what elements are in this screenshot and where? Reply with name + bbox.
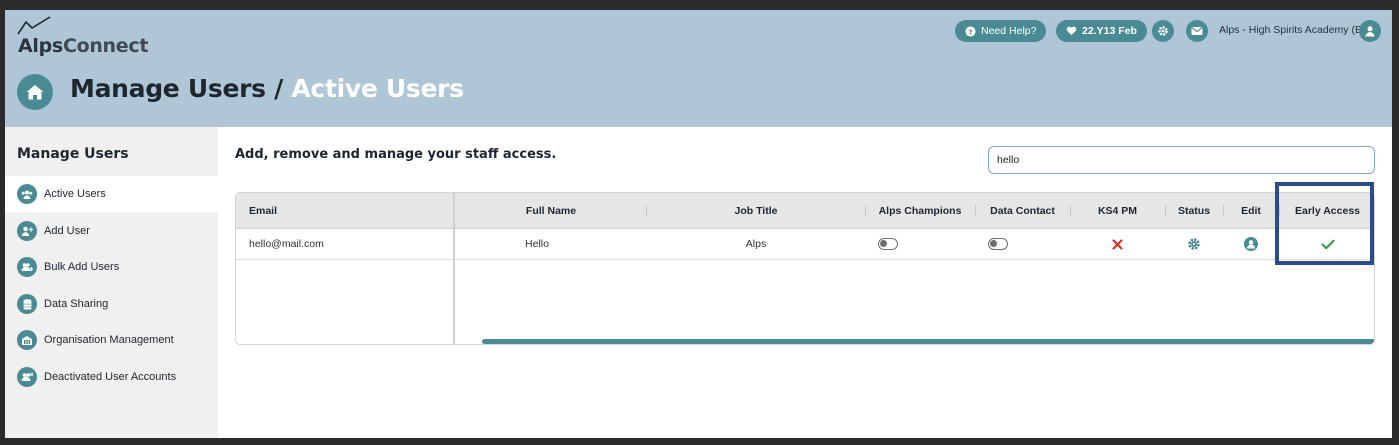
- cell-alps-champions: [865, 229, 910, 259]
- user-edit-icon[interactable]: [1244, 237, 1258, 251]
- settings-button[interactable]: [1152, 20, 1174, 42]
- app-frame: AlpsConnect ? Need Help? 22.Y13 Feb Alps…: [5, 10, 1392, 438]
- svg-text:?: ?: [968, 27, 972, 36]
- horizontal-scrollbar[interactable]: [482, 339, 1374, 344]
- early-access-highlight-box: [1275, 182, 1374, 265]
- gear-icon[interactable]: [1187, 237, 1201, 251]
- table-header: Email Full Name Job Title Alps Champions…: [236, 193, 1374, 229]
- dataset-button[interactable]: 22.Y13 Feb: [1056, 20, 1147, 42]
- sidebar-item-label: Active Users: [44, 188, 106, 200]
- cell-full-name: Hello: [525, 238, 549, 250]
- home-button[interactable]: [17, 74, 53, 110]
- cell-email: hello@mail.com: [249, 238, 324, 250]
- envelope-icon: [1191, 27, 1203, 35]
- column-header-edit[interactable]: Edit: [1223, 193, 1279, 229]
- logo[interactable]: AlpsConnect: [16, 16, 166, 57]
- page-subtitle: Add, remove and manage your staff access…: [235, 147, 557, 162]
- user-plus-icon: [17, 221, 37, 241]
- search-input[interactable]: [988, 146, 1375, 174]
- title-active: Active Users: [291, 74, 464, 103]
- messages-button[interactable]: [1186, 20, 1208, 42]
- sidebar-item-label: Data Sharing: [44, 298, 109, 310]
- alps-champions-toggle[interactable]: [877, 238, 898, 250]
- need-help-button[interactable]: ? Need Help?: [955, 20, 1047, 42]
- database-icon: [17, 294, 37, 314]
- cell-edit: [1223, 229, 1279, 259]
- column-header-data-contact[interactable]: Data Contact: [975, 193, 1070, 229]
- users-plus-icon: [17, 257, 37, 277]
- table-row: hello@mail.com Hello Alps: [236, 229, 1374, 260]
- column-header-job-title[interactable]: Job Title: [647, 193, 865, 229]
- header: AlpsConnect ? Need Help? 22.Y13 Feb Alps…: [5, 10, 1392, 127]
- user-account-button[interactable]: [1359, 20, 1381, 42]
- home-icon: [26, 85, 44, 100]
- sidebar-item-bulk-add-users[interactable]: Bulk Add Users: [5, 249, 218, 285]
- cell-job-title: Alps: [745, 238, 767, 250]
- sidebar-item-data-sharing[interactable]: Data Sharing: [5, 286, 218, 322]
- data-contact-toggle[interactable]: [987, 238, 1008, 250]
- title-separator: /: [274, 74, 283, 103]
- column-header-email[interactable]: Email: [236, 193, 453, 229]
- users-icon: [17, 184, 37, 204]
- sidebar: Manage Users Active Users Add User Bulk …: [5, 127, 218, 438]
- column-header-status[interactable]: Status: [1165, 193, 1223, 229]
- column-header-ks4-pm[interactable]: KS4 PM: [1070, 193, 1165, 229]
- gear-icon: [1158, 26, 1168, 36]
- sidebar-item-deactivated-user-accounts[interactable]: Deactivated User Accounts: [5, 359, 218, 395]
- column-header-alps-champions[interactable]: Alps Champions: [865, 193, 975, 229]
- help-icon: ?: [965, 25, 976, 37]
- sidebar-item-label: Bulk Add Users: [44, 261, 120, 273]
- organisation-icon: [17, 330, 37, 350]
- cell-status: [1165, 229, 1223, 259]
- sidebar-item-organisation-management[interactable]: Organisation Management: [5, 322, 218, 358]
- user-icon: [1365, 26, 1375, 37]
- logo-text: AlpsConnect: [18, 35, 149, 57]
- sidebar-item-label: Organisation Management: [44, 334, 174, 346]
- cell-ks4-pm: [1070, 229, 1165, 259]
- users-table: Email Full Name Job Title Alps Champions…: [235, 192, 1375, 345]
- heart-icon: [1066, 26, 1077, 36]
- page-title: Manage Users / Active Users: [70, 74, 464, 103]
- cross-icon[interactable]: [1112, 238, 1123, 250]
- sidebar-item-label: Add User: [44, 225, 90, 237]
- sidebar-item-add-user[interactable]: Add User: [5, 213, 218, 249]
- frozen-column-divider: [453, 193, 455, 344]
- logo-chart-icon: [17, 16, 51, 35]
- sidebar-title: Manage Users: [17, 146, 129, 162]
- school-name[interactable]: Alps - High Spirits Academy (E): [1219, 24, 1365, 36]
- column-header-full-name[interactable]: Full Name: [455, 193, 647, 229]
- sidebar-item-label: Deactivated User Accounts: [44, 371, 177, 383]
- title-main: Manage Users: [70, 74, 266, 103]
- sidebar-item-active-users[interactable]: Active Users: [5, 176, 218, 212]
- cell-data-contact: [975, 229, 1020, 259]
- users-x-icon: [17, 367, 37, 387]
